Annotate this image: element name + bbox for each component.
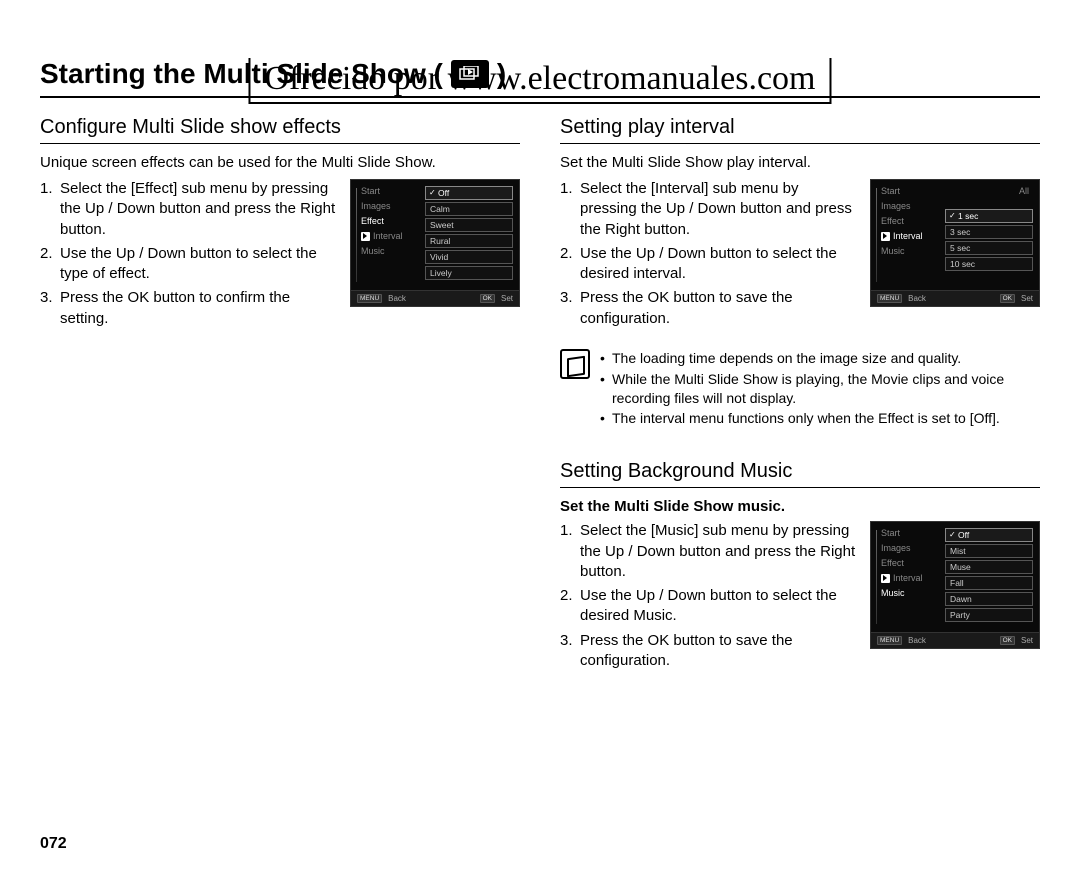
interval-screenshot: Start Images Effect Interval Music All 1… — [870, 179, 1040, 307]
play-icon — [361, 232, 370, 241]
note-item: The interval menu functions only when th… — [600, 409, 1040, 428]
play-icon — [881, 574, 890, 583]
left-column: Configure Multi Slide show effects Uniqu… — [40, 116, 520, 675]
set-label: Set — [1021, 636, 1033, 645]
set-label: Set — [1021, 294, 1033, 303]
step: Select the [Effect] sub menu by pressing… — [40, 179, 336, 240]
effects-screenshot: Start Images Effect Interval Music Off C… — [350, 179, 520, 307]
step: Select the [Music] sub menu by pressing … — [560, 521, 856, 582]
back-label: Back — [388, 294, 406, 303]
steps-interval: Select the [Interval] sub menu by pressi… — [560, 179, 856, 333]
note-icon — [560, 349, 590, 379]
steps-effects: Select the [Effect] sub menu by pressing… — [40, 179, 336, 333]
step: Press the OK button to save the configur… — [560, 631, 856, 672]
option-selected: 1 sec — [945, 209, 1033, 223]
note-item: While the Multi Slide Show is playing, t… — [600, 370, 1040, 408]
menu-item-selected: Effect — [361, 216, 419, 226]
option: Mist — [945, 544, 1033, 558]
menu-item: Start — [881, 528, 939, 538]
back-label: Back — [908, 294, 926, 303]
menu-item: Start — [361, 186, 419, 196]
option: Fall — [945, 576, 1033, 590]
play-icon — [881, 232, 890, 241]
menu-item: Effect — [881, 216, 939, 226]
intro-music: Set the Multi Slide Show music. — [560, 498, 1040, 515]
option: Party — [945, 608, 1033, 622]
option: 10 sec — [945, 257, 1033, 271]
ok-button-icon: OK — [1000, 636, 1015, 645]
slideshow-icon — [451, 60, 489, 88]
menu-button-icon: MENU — [877, 294, 902, 303]
subhead-effects: Configure Multi Slide show effects — [40, 116, 520, 144]
option: Calm — [425, 202, 513, 216]
step: Select the [Interval] sub menu by pressi… — [560, 179, 856, 240]
back-label: Back — [908, 636, 926, 645]
option: Rural — [425, 234, 513, 248]
menu-item: Start — [881, 186, 939, 196]
intro-effects: Unique screen effects can be used for th… — [40, 154, 520, 171]
ok-button-icon: OK — [480, 294, 495, 303]
menu-button-icon: MENU — [357, 294, 382, 303]
ok-button-icon: OK — [1000, 294, 1015, 303]
option: Dawn — [945, 592, 1033, 606]
step: Use the Up / Down button to select the d… — [560, 586, 856, 627]
note-item: The loading time depends on the image si… — [600, 349, 1040, 368]
menu-item: Interval — [881, 573, 939, 583]
watermark-banner: Ofrecido por www.electromanuales.com — [248, 58, 831, 104]
step: Use the Up / Down button to select the t… — [40, 244, 336, 285]
menu-item: Images — [361, 201, 419, 211]
menu-item: Music — [881, 246, 939, 256]
menu-item-selected: Music — [881, 588, 939, 598]
option: Vivid — [425, 250, 513, 264]
menu-item-selected: Interval — [881, 231, 939, 241]
step: Press the OK button to save the configur… — [560, 288, 856, 329]
page-number: 072 — [40, 835, 67, 853]
option: Muse — [945, 560, 1033, 574]
set-label: Set — [501, 294, 513, 303]
subhead-interval: Setting play interval — [560, 116, 1040, 144]
menu-item: Images — [881, 201, 939, 211]
option: 3 sec — [945, 225, 1033, 239]
step: Press the OK button to confirm the setti… — [40, 288, 336, 329]
note-list: The loading time depends on the image si… — [600, 349, 1040, 431]
right-value: All — [945, 186, 1033, 196]
option-selected: Off — [425, 186, 513, 200]
step: Use the Up / Down button to select the d… — [560, 244, 856, 285]
menu-item: Interval — [361, 231, 419, 241]
right-column: Setting play interval Set the Multi Slid… — [560, 116, 1040, 675]
music-screenshot: Start Images Effect Interval Music Off M… — [870, 521, 1040, 649]
menu-button-icon: MENU — [877, 636, 902, 645]
menu-item: Images — [881, 543, 939, 553]
menu-item: Effect — [881, 558, 939, 568]
steps-music: Select the [Music] sub menu by pressing … — [560, 521, 856, 675]
option: Lively — [425, 266, 513, 280]
option: Sweet — [425, 218, 513, 232]
subhead-music: Setting Background Music — [560, 460, 1040, 488]
intro-interval: Set the Multi Slide Show play interval. — [560, 154, 1040, 171]
option-selected: Off — [945, 528, 1033, 542]
option: 5 sec — [945, 241, 1033, 255]
note-block: The loading time depends on the image si… — [560, 349, 1040, 431]
menu-item: Music — [361, 246, 419, 256]
